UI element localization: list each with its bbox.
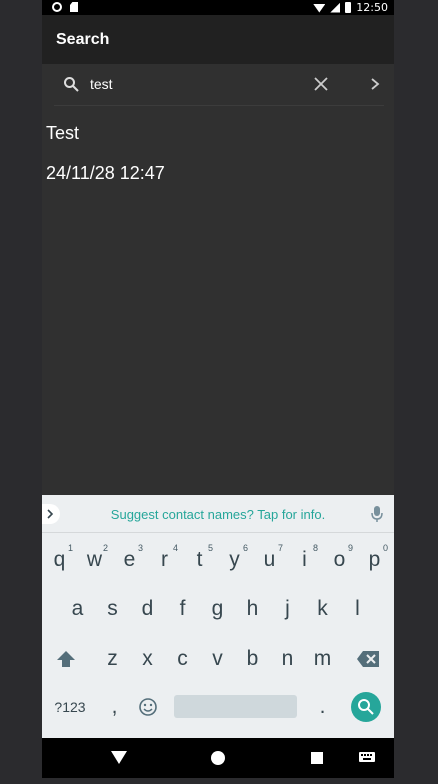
sd-card-icon <box>70 2 78 12</box>
key-i[interactable]: i8 <box>287 535 322 585</box>
search-icon <box>64 77 79 92</box>
clear-icon[interactable] <box>314 77 328 91</box>
key-a[interactable]: a <box>60 584 95 634</box>
key-b[interactable]: b <box>235 634 270 684</box>
key-j[interactable]: j <box>270 584 305 634</box>
shift-icon <box>56 651 75 667</box>
search-bar: test <box>54 64 384 106</box>
key-row-4: ?123 , . <box>42 682 394 732</box>
record-notification-icon <box>52 2 62 12</box>
period-key[interactable]: . <box>305 682 340 732</box>
key-row-3: z x c v b n m <box>42 634 394 684</box>
key-hint: 5 <box>207 543 213 553</box>
back-icon[interactable] <box>111 751 127 765</box>
key-hint: 0 <box>382 543 388 553</box>
spacebar-key[interactable] <box>174 682 297 732</box>
battery-icon <box>345 2 352 13</box>
key-s[interactable]: s <box>95 584 130 634</box>
key-hint: 3 <box>137 543 143 553</box>
key-hint: 8 <box>312 543 318 553</box>
backspace-icon <box>356 651 379 667</box>
chevron-right-icon[interactable] <box>368 77 382 91</box>
key-label: q <box>53 548 66 571</box>
key-m[interactable]: m <box>305 634 340 684</box>
key-label: y <box>229 548 240 571</box>
emoji-key[interactable] <box>130 682 165 732</box>
key-q[interactable]: q1 <box>42 535 77 585</box>
result-timestamp[interactable]: 24/11/28 12:47 <box>46 163 165 184</box>
key-z[interactable]: z <box>95 634 130 684</box>
status-clock: 12:50 <box>356 1 388 14</box>
key-l[interactable]: l <box>340 584 375 634</box>
system-navigation-bar <box>42 738 394 778</box>
search-action-key[interactable] <box>348 682 383 732</box>
soft-keyboard: Suggest contact names? Tap for info. q1 … <box>42 495 394 738</box>
key-e[interactable]: e3 <box>112 535 147 585</box>
key-hint: 7 <box>277 543 283 553</box>
shift-key[interactable] <box>48 634 83 684</box>
key-row-2: a s d f g h j k l <box>42 584 394 634</box>
key-label: r <box>161 548 168 571</box>
key-h[interactable]: h <box>235 584 270 634</box>
key-g[interactable]: g <box>200 584 235 634</box>
key-label: e <box>123 548 136 571</box>
key-o[interactable]: o9 <box>322 535 357 585</box>
key-hint: 2 <box>102 543 108 553</box>
key-label: w <box>86 548 103 571</box>
home-icon[interactable] <box>211 751 225 765</box>
suggestion-strip: Suggest contact names? Tap for info. <box>42 495 394 533</box>
key-v[interactable]: v <box>200 634 235 684</box>
wifi-icon <box>313 4 326 13</box>
mic-icon[interactable] <box>370 505 384 523</box>
key-hint: 4 <box>172 543 178 553</box>
contact-suggestion-prompt[interactable]: Suggest contact names? Tap for info. <box>42 507 394 522</box>
key-label: t <box>196 548 203 571</box>
recents-icon[interactable] <box>311 752 323 764</box>
key-label: p <box>368 548 381 571</box>
keyboard-switcher-icon[interactable] <box>359 752 375 764</box>
key-n[interactable]: n <box>270 634 305 684</box>
symbols-key[interactable]: ?123 <box>48 682 92 732</box>
key-d[interactable]: d <box>130 584 165 634</box>
phone-screen: 12:50 Search test Test 24/11/28 12:47 Su… <box>42 0 394 778</box>
app-toolbar: Search <box>42 15 394 64</box>
key-k[interactable]: k <box>305 584 340 634</box>
status-bar: 12:50 <box>42 0 394 15</box>
key-p[interactable]: p0 <box>357 535 392 585</box>
key-f[interactable]: f <box>165 584 200 634</box>
search-input[interactable]: test <box>90 76 113 92</box>
key-label: i <box>302 548 307 571</box>
result-title[interactable]: Test <box>46 123 79 144</box>
key-hint: 9 <box>347 543 353 553</box>
key-x[interactable]: x <box>130 634 165 684</box>
key-row-1: q1 w2 e3 r4 t5 y6 u7 i8 o9 p0 <box>42 535 394 585</box>
key-hint: 6 <box>242 543 248 553</box>
key-y[interactable]: y6 <box>217 535 252 585</box>
comma-key[interactable]: , <box>97 682 132 732</box>
spacebar <box>174 695 297 718</box>
key-hint: 1 <box>67 543 73 553</box>
search-icon <box>350 692 381 722</box>
page-title: Search <box>56 31 110 48</box>
key-label: u <box>263 548 276 571</box>
key-w[interactable]: w2 <box>77 535 112 585</box>
backspace-key[interactable] <box>350 634 385 684</box>
key-label: o <box>333 548 346 571</box>
key-c[interactable]: c <box>165 634 200 684</box>
signal-icon <box>330 2 341 13</box>
emoji-icon <box>138 698 157 716</box>
key-r[interactable]: r4 <box>147 535 182 585</box>
key-u[interactable]: u7 <box>252 535 287 585</box>
key-t[interactable]: t5 <box>182 535 217 585</box>
